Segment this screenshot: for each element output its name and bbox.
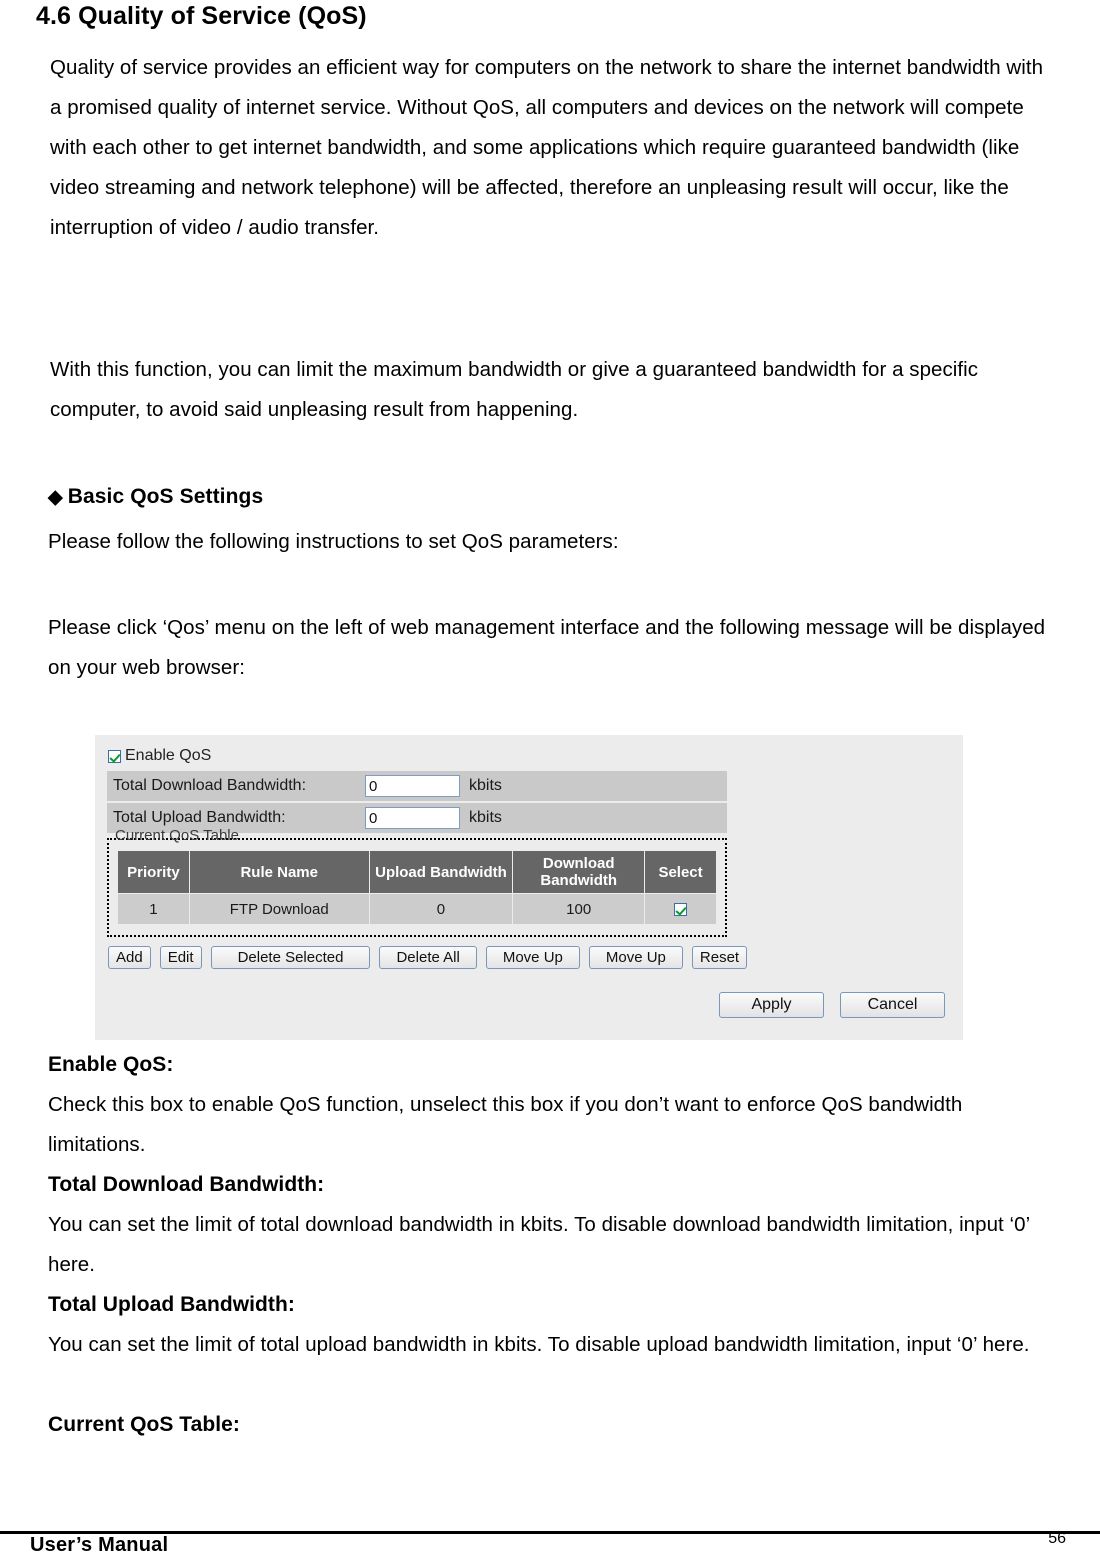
table-action-buttons: Add Edit Delete Selected Delete All Move… [107,946,748,969]
form-action-buttons: Apply Cancel [719,992,945,1018]
click-qos-paragraph-block: Please click ‘Qos’ menu on the left of w… [48,608,1048,688]
paragraph-3: Please follow the following instructions… [48,530,619,553]
function-paragraph-block: With this function, you can limit the ma… [48,350,1048,430]
manual-page: 4.6 Quality of Service (QoS) Quality of … [0,0,1100,1556]
paragraph-2: With this function, you can limit the ma… [50,358,979,421]
basic-qos-settings-heading-label: Basic QoS Settings [67,485,264,508]
edit-button[interactable]: Edit [159,946,202,969]
column-header-rule-name: Rule Name [188,850,370,894]
total-upload-bandwidth-label: Total Upload Bandwidth: [113,809,286,826]
enable-qos-definition: Enable QoS: Check this box to enable QoS… [48,1045,1048,1165]
total-upload-bandwidth-unit: kbits [469,809,502,826]
total-upload-bandwidth-definition: Total Upload Bandwidth: You can set the … [48,1285,1048,1365]
footer-title: User’s Manual [30,1534,169,1556]
intro-paragraph-block: Quality of service provides an efficient… [48,48,1048,248]
definition-enable-qos: Check this box to enable QoS function, u… [48,1093,963,1156]
cell-priority: 1 [117,893,190,925]
reset-button[interactable]: Reset [691,946,748,969]
column-header-priority: Priority [117,850,190,894]
total-download-bandwidth-label: Total Download Bandwidth: [113,777,307,794]
row-select-checkbox[interactable] [674,903,688,917]
definition-total-upload-bandwidth: You can set the limit of total upload ba… [48,1333,1030,1356]
paragraph-4: Please click ‘Qos’ menu on the left of w… [48,616,1046,679]
page-number: 56 [1048,1530,1066,1547]
cell-select [644,893,717,925]
current-qos-table-legend: Current QoS Table [115,827,239,844]
total-download-bandwidth-input[interactable] [365,775,460,797]
delete-all-button[interactable]: Delete All [379,946,477,969]
cancel-button[interactable]: Cancel [840,992,945,1018]
paragraph-1: Quality of service provides an efficient… [50,56,1044,239]
column-header-upload-bandwidth: Upload Bandwidth [368,850,514,894]
basic-qos-settings-heading: ◆ Basic QoS Settings [48,482,1048,513]
total-download-bandwidth-definition: Total Download Bandwidth: You can set th… [48,1165,1048,1285]
term-total-upload-bandwidth: Total Upload Bandwidth: [48,1293,295,1316]
move-up-button-2[interactable]: Move Up [588,946,683,969]
total-upload-bandwidth-input[interactable] [365,807,460,829]
term-total-download-bandwidth: Total Download Bandwidth: [48,1173,325,1196]
delete-selected-button[interactable]: Delete Selected [210,946,371,969]
current-qos-table-fieldset: Current QoS Table Priority Rule Name Upl… [107,828,727,937]
term-current-qos-table: Current QoS Table: [48,1413,240,1436]
total-download-bandwidth-row: Total Download Bandwidth: kbits [107,771,727,801]
move-up-button-1[interactable]: Move Up [485,946,580,969]
total-download-bandwidth-unit: kbits [469,777,502,794]
column-header-select: Select [644,850,717,894]
enable-qos-label: Enable QoS [125,747,212,764]
basic-qos-settings-heading-block: ◆ Basic QoS Settings [48,482,1048,513]
enable-qos-row: Enable QoS [107,745,727,767]
diamond-bullet-icon: ◆ [48,487,63,508]
cell-download-bandwidth: 100 [512,893,646,925]
instructions-paragraph-block: Please follow the following instructions… [48,522,1048,562]
qos-form: Enable QoS Total Download Bandwidth: kbi… [107,745,748,969]
qos-rules-table: Priority Rule Name Upload Bandwidth Down… [117,850,717,925]
qos-settings-screenshot: Enable QoS Total Download Bandwidth: kbi… [95,735,963,1040]
definition-total-download-bandwidth: You can set the limit of total download … [48,1213,1030,1276]
cell-upload-bandwidth: 0 [368,893,514,925]
table-row: 1 FTP Download 0 100 [117,893,717,925]
add-button[interactable]: Add [108,946,151,969]
column-header-download-bandwidth: Download Bandwidth [512,850,646,894]
apply-button[interactable]: Apply [719,992,824,1018]
term-enable-qos: Enable QoS: [48,1053,174,1076]
page-title: 4.6 Quality of Service (QoS) [36,2,367,30]
cell-rule-name: FTP Download [188,893,370,925]
current-qos-table-definition: Current QoS Table: [48,1405,1048,1445]
enable-qos-checkbox[interactable] [108,749,121,763]
table-header-row: Priority Rule Name Upload Bandwidth Down… [117,850,717,894]
